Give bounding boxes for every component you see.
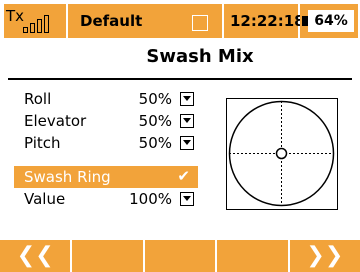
battery-percent: 64%: [314, 13, 348, 29]
page-title: Swash Mix: [146, 46, 254, 67]
signal-bar: [30, 23, 35, 33]
battery-indicator: 64%: [300, 4, 358, 38]
row-value: 100%: [129, 190, 172, 208]
swash-ring-graphic: [228, 100, 335, 207]
row-label: Elevator: [24, 112, 87, 130]
model-name: Default: [80, 12, 143, 30]
dropdown-icon[interactable]: [180, 136, 194, 150]
dropdown-icon[interactable]: [180, 114, 194, 128]
nav-forward-button[interactable]: ❯❯: [289, 240, 360, 272]
model-indicator[interactable]: Default: [68, 4, 222, 38]
nav-soft-key-3[interactable]: [144, 240, 216, 272]
row-swash-ring[interactable]: Swash Ring ✔: [14, 166, 198, 188]
nav-soft-key-4[interactable]: [217, 240, 288, 272]
tx-label: Tx: [6, 7, 25, 25]
signal-bar: [44, 15, 49, 33]
title-divider: [8, 78, 352, 80]
battery-icon: 64%: [308, 10, 354, 32]
row-value: 50%: [138, 134, 172, 152]
signal-bar: [37, 19, 42, 33]
model-status-square-icon: [192, 15, 208, 31]
signal-bars-icon: [23, 11, 63, 33]
time-text: 12:22:18: [230, 12, 305, 30]
swash-position-marker: [275, 147, 288, 160]
row-label: Value: [24, 190, 66, 208]
row-roll[interactable]: Roll 50%: [14, 88, 198, 110]
status-bar: Tx Default 12:22:18 64%: [0, 0, 360, 42]
nav-back-button[interactable]: ❮❮: [0, 240, 71, 272]
row-value[interactable]: Value 100%: [14, 188, 198, 210]
nav-soft-key-2[interactable]: [72, 240, 143, 272]
row-value: 50%: [138, 90, 172, 108]
dropdown-icon[interactable]: [180, 192, 194, 206]
row-value: 50%: [138, 112, 172, 130]
swash-ring-display: [226, 98, 338, 210]
row-label: Roll: [24, 90, 52, 108]
row-elevator[interactable]: Elevator 50%: [14, 110, 198, 132]
row-label: Swash Ring: [24, 168, 111, 186]
row-pitch[interactable]: Pitch 50%: [14, 132, 198, 154]
signal-bar: [23, 27, 28, 33]
dropdown-icon[interactable]: [180, 92, 194, 106]
row-label: Pitch: [24, 134, 61, 152]
bottom-nav: ❮❮ ❯❯: [0, 240, 360, 272]
clock: 12:22:18: [224, 4, 305, 38]
tx-signal-indicator: Tx: [4, 4, 66, 38]
checkmark-icon[interactable]: ✔: [177, 167, 190, 185]
